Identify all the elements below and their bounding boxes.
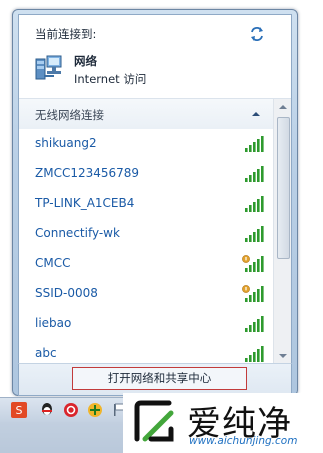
wifi-signal-icon [245,196,264,212]
wifi-network-name: Connectify-wk [35,226,120,240]
open-network-sharing-center-link[interactable]: 打开网络和共享中心 [72,367,247,390]
network-flyout-panel: 当前连接到: 网络 Internet 访问 无线网络连接 shikuang2 Z… [18,14,292,365]
scroll-down-icon[interactable] [274,348,292,364]
wifi-signal-icon [245,316,264,332]
wifi-network-row[interactable]: Connectify-wk [19,219,273,249]
connected-network-name: 网络 [74,54,97,68]
screen: 当前连接到: 网络 Internet 访问 无线网络连接 shikuang2 Z… [0,0,323,453]
flyout-footer: 打开网络和共享中心 [18,363,292,396]
svg-text:S: S [16,404,23,417]
wireless-section-title: 无线网络连接 [35,108,104,122]
wifi-signal-icon [245,136,264,152]
qq-icon[interactable] [38,401,56,419]
wifi-network-name: TP-LINK_A1CEB4 [35,196,135,210]
wifi-network-row[interactable]: shikuang2 [19,129,273,159]
wifi-network-row[interactable]: ZMCC123456789 [19,159,273,189]
brand-url: www.aichunjing.com [189,435,298,447]
wifi-network-row[interactable]: TP-LINK_A1CEB4 [19,189,273,219]
sogou-input-icon[interactable]: S [10,401,28,419]
wireless-section-header[interactable]: 无线网络连接 [19,99,273,129]
wifi-network-name: CMCC [35,256,71,270]
update-plus-icon[interactable] [86,401,104,419]
wifi-signal-icon [242,255,264,272]
scroll-up-icon[interactable] [274,99,292,115]
wifi-signal-icon [245,226,264,242]
current-connection-title: 当前连接到: [35,27,97,41]
security-shield-icon[interactable] [62,401,80,419]
wifi-signal-icon [242,285,264,302]
wifi-network-row[interactable]: SSID-0008 [19,279,273,309]
scrollbar-thumb[interactable] [277,117,290,259]
wifi-network-name: SSID-0008 [35,286,98,300]
wireless-network-list: shikuang2 ZMCC123456789 TP-LINK_A1CEB4 Conn… [19,129,273,364]
chevron-up-icon[interactable] [251,109,261,119]
wifi-signal-icon [245,346,264,362]
connected-network-status: Internet 访问 [74,72,147,86]
wifi-network-name: abc [35,346,57,360]
scrollbar[interactable] [273,99,292,364]
wifi-network-row[interactable]: abc [19,339,273,364]
wifi-network-row[interactable]: liebao [19,309,273,339]
refresh-icon[interactable] [248,25,266,43]
network-icon [35,55,62,80]
wifi-signal-icon [245,166,264,182]
wifi-network-name: ZMCC123456789 [35,166,140,180]
brand-logo-icon [134,400,174,442]
watermark: 爱纯净 www.aichunjing.com [123,393,323,453]
wifi-network-name: shikuang2 [35,136,97,150]
wifi-network-name: liebao [35,316,72,330]
current-connection-section: 当前连接到: 网络 Internet 访问 [19,15,291,97]
wifi-network-row[interactable]: CMCC [19,249,273,279]
